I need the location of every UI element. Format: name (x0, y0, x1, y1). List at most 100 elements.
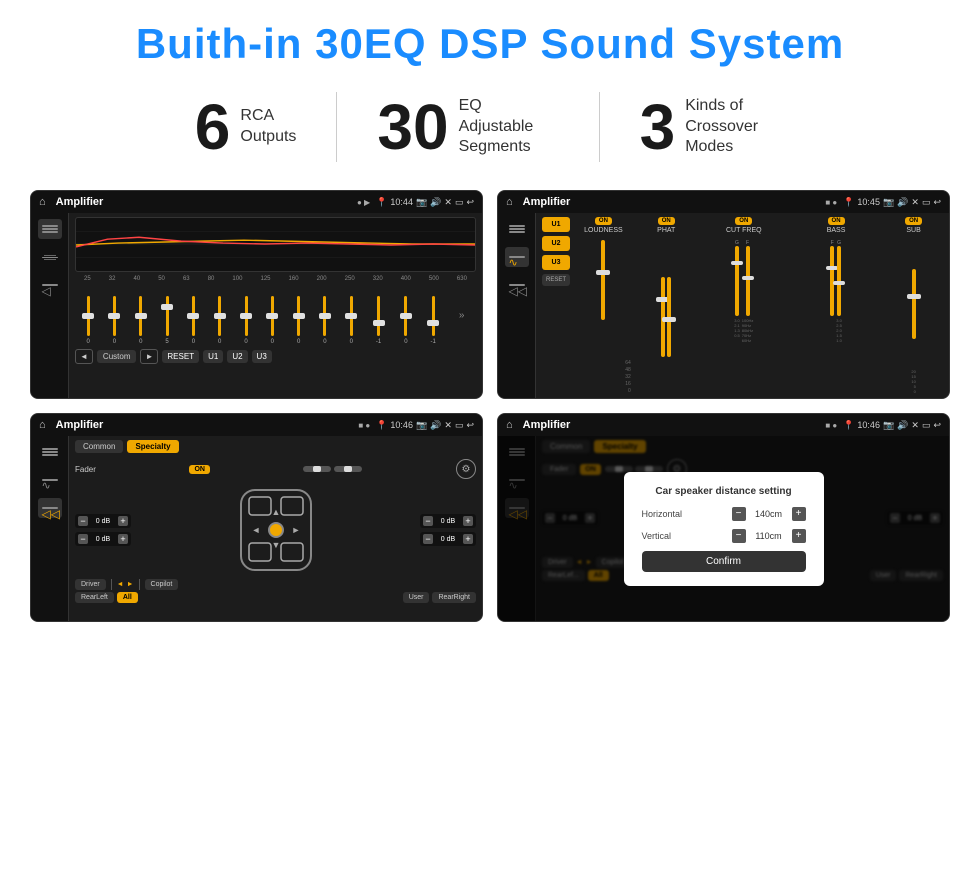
toggle-sub[interactable]: ON (905, 217, 922, 225)
svg-text:▼: ▼ (271, 540, 280, 550)
fader-main: Common Specialty Fader ON (69, 436, 482, 621)
stat-number-eq: 30 (377, 95, 448, 159)
home-icon-2[interactable]: ⌂ (506, 196, 513, 208)
toggle-bass[interactable]: ON (828, 217, 845, 225)
ch-cutfreq: ON CUT FREQ G 3.02.11.30.5 (700, 217, 788, 394)
wave-icon-2[interactable]: ∿ (505, 247, 529, 267)
fader-screen-card: ⌂ Amplifier ■ ● 📍 10:46 📷🔊✕▭↩ ∿ (30, 413, 483, 622)
vertical-plus-button[interactable]: + (792, 529, 806, 543)
eq-next-button[interactable]: ► (140, 349, 158, 364)
left-arrow-3[interactable]: ◄ (117, 581, 124, 588)
right-vol-1-minus[interactable]: − (423, 516, 433, 526)
bottom-btns-3: Driver ◄ ► Copilot (75, 579, 476, 590)
eq-slider-1[interactable]: 0 (113, 296, 116, 345)
btn-driver-3[interactable]: Driver (75, 579, 106, 590)
fader-slider-h2[interactable] (334, 466, 362, 472)
home-icon-1[interactable]: ⌂ (39, 196, 46, 208)
page-title: Buith-in 30EQ DSP Sound System (30, 20, 950, 68)
tab-common-3[interactable]: Common (75, 440, 123, 453)
stat-eq: 30 EQ AdjustableSegments (337, 95, 598, 159)
confirm-button[interactable]: Confirm (642, 551, 806, 572)
horizontal-value: 140cm (749, 509, 789, 519)
eq-main: 25 32 40 50 63 80 100 125 160 200 250 32… (69, 213, 482, 398)
eq-u1-button[interactable]: U1 (203, 350, 223, 363)
horizontal-ctrl: − 140cm + (732, 507, 806, 521)
eq-slider-0[interactable]: 0 (86, 296, 89, 345)
wave-icon[interactable] (38, 247, 62, 267)
horizontal-minus-button[interactable]: − (732, 507, 746, 521)
svg-text:▲: ▲ (271, 507, 280, 517)
ch-bass: ON BASS F G (792, 217, 880, 394)
ch-phat: ON PHAT (637, 217, 696, 394)
left-vol-2-plus[interactable]: + (118, 534, 128, 544)
home-icon-3[interactable]: ⌂ (39, 419, 46, 431)
stat-label-crossover: Kinds ofCrossover Modes (685, 96, 785, 158)
right-vol-2-minus[interactable]: − (423, 534, 433, 544)
left-vol-2-value: 0 dB (90, 536, 116, 543)
speaker-icon-3[interactable]: ◁◁ (38, 498, 62, 518)
equalizer-icon[interactable] (38, 219, 62, 239)
eq-prev-button[interactable]: ◄ (75, 349, 93, 364)
speaker-icon-2[interactable]: ◁◁ (505, 275, 529, 295)
fader-toggle[interactable]: ON (189, 465, 210, 474)
tab-specialty-3[interactable]: Specialty (127, 440, 178, 453)
eq-u3-button[interactable]: U3 (252, 350, 272, 363)
left-vol-1-value: 0 dB (90, 518, 116, 525)
vertical-ctrl: − 110cm + (732, 529, 806, 543)
eq-reset-button[interactable]: RESET (162, 350, 199, 363)
horizontal-plus-button[interactable]: + (792, 507, 806, 521)
eq-slider-4[interactable]: 0 (192, 296, 195, 345)
left-vol-1-plus[interactable]: + (118, 516, 128, 526)
eq-slider-10[interactable]: 0 (350, 296, 353, 345)
right-vol-1-plus[interactable]: + (463, 516, 473, 526)
vertical-minus-button[interactable]: − (732, 529, 746, 543)
btn-copilot-3[interactable]: Copilot (145, 579, 179, 590)
ch-sub: ON SUB 20151050 (884, 217, 943, 394)
eq-slider-11[interactable]: -1 (376, 296, 381, 345)
app-name-1: Amplifier (56, 196, 349, 208)
right-vol-2-plus[interactable]: + (463, 534, 473, 544)
status-icons-4: 📍 10:46 📷🔊✕▭↩ (843, 420, 941, 431)
preset-u2-button[interactable]: U2 (542, 236, 570, 251)
eq-slider-8[interactable]: 0 (297, 296, 300, 345)
right-vol-2-value: 0 dB (435, 536, 461, 543)
reset-crossover-button[interactable]: RESET (542, 274, 570, 286)
eq-slider-7[interactable]: 0 (271, 296, 274, 345)
btn-rearright-3[interactable]: RearRight (432, 592, 476, 603)
eq-icon-3[interactable] (38, 442, 62, 462)
btn-rearleft-3[interactable]: RearLeft (75, 592, 114, 603)
modal-vertical-row: Vertical − 110cm + (642, 529, 806, 543)
toggle-loudness[interactable]: ON (595, 217, 612, 225)
preset-u1-button[interactable]: U1 (542, 217, 570, 232)
settings-icon-3[interactable]: ⚙ (456, 459, 476, 479)
eq-slider-5[interactable]: 0 (218, 296, 221, 345)
fader-slider-h[interactable] (303, 466, 331, 472)
stat-crossover: 3 Kinds ofCrossover Modes (600, 95, 826, 159)
eq-u2-button[interactable]: U2 (227, 350, 247, 363)
eq-curve-svg (76, 218, 475, 271)
eq-slider-12[interactable]: 0 (404, 296, 407, 345)
status-dots-1: ● ▶ (357, 198, 370, 207)
preset-u3-button[interactable]: U3 (542, 255, 570, 270)
right-arrow-3[interactable]: ► (127, 581, 134, 588)
btn-all-3[interactable]: All (117, 592, 138, 603)
eq-slider-9[interactable]: 0 (323, 296, 326, 345)
toggle-phat[interactable]: ON (658, 217, 675, 225)
eq-slider-13[interactable]: -1 (431, 296, 436, 345)
eq-slider-6[interactable]: 0 (244, 296, 247, 345)
eq-slider-3[interactable]: 5 (165, 296, 168, 345)
vertical-value: 110cm (749, 531, 789, 541)
speaker-icon[interactable]: ◁ (38, 275, 62, 295)
crossover-screen-content: ∿ ◁◁ U1 U2 U3 RESET (498, 213, 949, 398)
status-bar-4: ⌂ Amplifier ■ ● 📍 10:46 📷🔊✕▭↩ (498, 414, 949, 436)
home-icon-4[interactable]: ⌂ (506, 419, 513, 431)
btn-user-3[interactable]: User (403, 592, 430, 603)
left-vol-2-minus[interactable]: − (78, 534, 88, 544)
time-1: 10:44 (390, 197, 413, 207)
wave-icon-3[interactable]: ∿ (38, 470, 62, 490)
eq-icon-2[interactable] (505, 219, 529, 239)
eq-slider-2[interactable]: 0 (139, 296, 142, 345)
toggle-cutfreq[interactable]: ON (735, 217, 752, 225)
left-vol-1-minus[interactable]: − (78, 516, 88, 526)
left-vol-controls: − 0 dB + − 0 dB + (75, 514, 131, 546)
